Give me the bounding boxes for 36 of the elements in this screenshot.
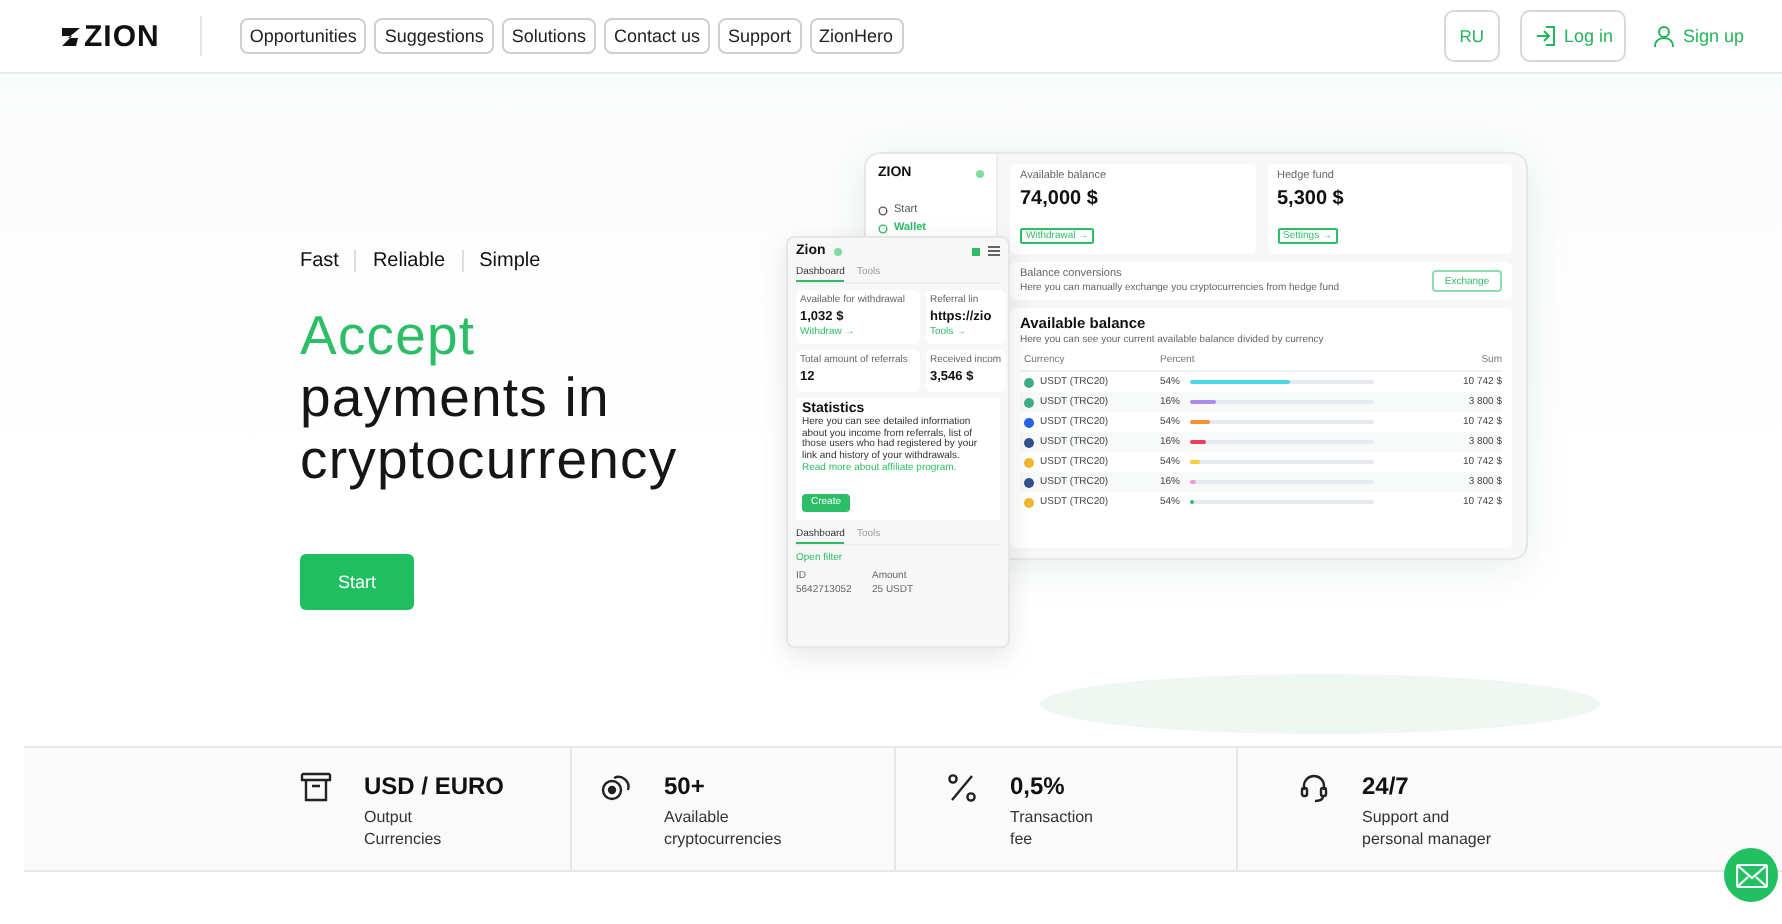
hero-title-line: payments in	[300, 366, 610, 428]
stat-title: 24/7	[1362, 772, 1411, 800]
stat-caption: Output Currencies	[364, 806, 444, 850]
feature-label: Reliable	[372, 250, 446, 272]
percent-icon	[946, 772, 978, 804]
stat-caption: Transaction fee	[1010, 806, 1093, 850]
hero-title-line: cryptocurrency	[300, 428, 678, 490]
grid-icon[interactable]	[972, 247, 980, 255]
zion-logo[interactable]: ZION	[60, 19, 160, 53]
nav-link[interactable]: Suggestions	[374, 18, 494, 54]
status-dot	[833, 247, 842, 255]
headset-icon	[1298, 772, 1330, 804]
feature-label: Fast	[300, 250, 339, 272]
status-dot	[976, 169, 984, 177]
coins-icon	[600, 772, 632, 804]
feature-label: Simple	[479, 250, 541, 272]
card-value: 74,000 $	[1020, 188, 1100, 210]
nav-link[interactable]: ZionHero	[809, 18, 904, 54]
language-button[interactable]: RU	[1443, 10, 1500, 62]
hero-title-line: Accept	[300, 304, 476, 366]
nav-link[interactable]: Support	[717, 18, 802, 54]
nav-link[interactable]: Solutions	[501, 18, 596, 54]
mail-button[interactable]	[1724, 848, 1778, 902]
login-button[interactable]: Log in	[1519, 10, 1627, 62]
nav-link[interactable]: Contact us	[603, 18, 710, 54]
stat-title: USD / EURO	[364, 772, 505, 800]
stat-caption: Support and personal manager	[1362, 806, 1491, 850]
mail-icon[interactable]	[1735, 863, 1767, 887]
user-icon[interactable]	[1652, 24, 1677, 48]
nav-link[interactable]: Opportunities	[239, 18, 367, 54]
login-icon[interactable]	[1533, 24, 1558, 48]
card-value: 5,300 $	[1277, 188, 1346, 210]
stat-title: 0,5%	[1010, 772, 1067, 800]
stat-title: 50+	[664, 772, 707, 800]
start-button[interactable]: Start	[300, 554, 414, 610]
stat-caption: Available cryptocurrencies	[664, 806, 782, 850]
